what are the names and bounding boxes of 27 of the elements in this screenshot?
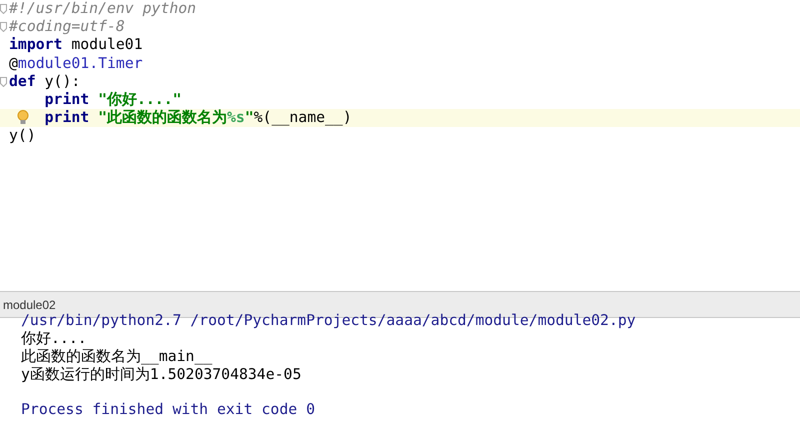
code-editor[interactable]: #!/usr/bin/env python #coding=utf-8 import module01 @module01.Timer def y(): print "你好...." print "此函数的函数名为%s"%(__name__) y() — [0, 0, 800, 291]
keyword-token: print — [44, 90, 90, 108]
console-line: 此函数的函数名为__main__ — [21, 348, 214, 366]
console-line: /usr/bin/python2.7 /root/PycharmProjects/aaaa/abcd/module/module02.py — [21, 312, 637, 330]
format-token: %s — [227, 109, 245, 126]
console-line: Process finished with exit code 0 — [21, 401, 316, 419]
keyword-token: def — [9, 72, 37, 90]
plain-token: module01 — [71, 36, 143, 54]
string-token: "你好...." — [98, 90, 182, 108]
plain-token: y(): — [44, 72, 80, 90]
panel-title[interactable]: module02 — [3, 298, 56, 312]
fold-marker-icon[interactable] — [0, 4, 7, 14]
string-token: " — [244, 109, 254, 126]
comment-token: #!/usr/bin/env python — [9, 0, 196, 17]
keyword-token: print — [44, 109, 90, 126]
plain-token: %(__name__) — [254, 109, 352, 126]
keyword-token: import — [9, 36, 64, 54]
string-token: "此函数的函数名为 — [98, 109, 227, 126]
fold-marker-icon[interactable] — [0, 76, 7, 87]
fold-marker-icon[interactable] — [0, 22, 7, 32]
comment-token: #coding=utf-8 — [9, 18, 125, 36]
decorator-token: module01.Timer — [18, 54, 143, 72]
plain-token: y() — [9, 127, 36, 144]
console-line: 你好.... — [21, 330, 88, 348]
plain-token: @ — [9, 54, 18, 72]
lightbulb-icon[interactable] — [17, 110, 29, 126]
console-line: y函数运行的时间为1.50203704834e-05 — [21, 366, 302, 384]
